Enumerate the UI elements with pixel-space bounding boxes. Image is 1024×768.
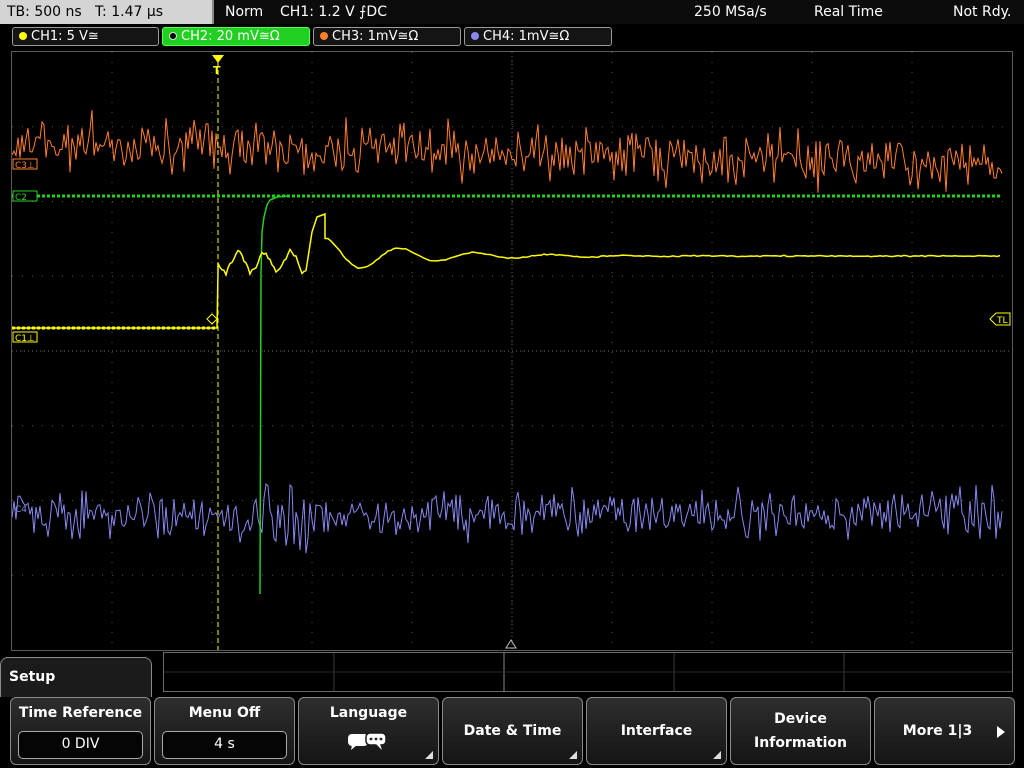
waveform-canvas[interactable]: C3 ⊥ C2 C1 ⊥ C4 TL T	[12, 52, 1012, 650]
ground-icon: ⊥	[27, 334, 35, 344]
ch3-tab-label: CH3: 1mV≅Ω	[332, 29, 419, 44]
device-information-label-line2: Information	[754, 735, 847, 751]
channel-tab-ch4[interactable]: CH4: 1mV≅Ω	[464, 27, 612, 46]
more-label: More 1|3	[902, 723, 973, 739]
graticule	[12, 52, 1012, 650]
ch2-tab-label: CH2: 20 mV≅Ω	[181, 29, 280, 44]
ch3-color-dot	[320, 32, 328, 40]
interface-label: Interface	[620, 723, 693, 739]
submenu-corner-icon	[569, 751, 577, 759]
more-softkey[interactable]: More 1|3	[874, 697, 1015, 765]
date-time-label: Date & Time	[463, 723, 562, 739]
timebase-box[interactable]: TB: 500 ns T: 1.47 µs	[0, 0, 214, 24]
next-page-arrow-icon	[997, 726, 1005, 738]
trigger-position-marker[interactable]: T	[212, 55, 224, 77]
submenu-corner-icon	[425, 751, 433, 759]
channel-tab-ch3[interactable]: CH3: 1mV≅Ω	[313, 27, 461, 46]
c3-marker-label: C3	[15, 161, 27, 171]
time-reference-label: Time Reference	[18, 705, 143, 721]
trigger-level-marker[interactable]: TL	[989, 312, 1011, 326]
device-information-softkey[interactable]: Device Information	[730, 697, 871, 765]
menu-title-tab: Setup	[0, 657, 152, 697]
menu-off-value[interactable]: 4 s	[162, 731, 287, 759]
ch1-color-dot	[19, 32, 27, 40]
ch1-reference-marker[interactable]: C1 ⊥	[12, 331, 38, 344]
acquisition-mode-label[interactable]: Real Time	[814, 0, 883, 24]
mini-graticule	[163, 652, 1013, 692]
ch4-color-dot	[471, 32, 479, 40]
interface-softkey[interactable]: Interface	[586, 697, 727, 765]
submenu-corner-icon	[713, 751, 721, 759]
mini-graticule-lines	[164, 653, 1012, 691]
trigger-source-label[interactable]: CH1: 1.2 V ⨍DC	[280, 0, 387, 24]
ch1-waveform	[12, 212, 1001, 329]
waveform-traces	[12, 62, 1003, 650]
date-time-softkey[interactable]: Date & Time	[442, 697, 583, 765]
speech-bubbles-icon	[348, 732, 387, 750]
ch3-reference-marker[interactable]: C3 ⊥	[12, 158, 38, 171]
language-softkey[interactable]: Language	[298, 697, 439, 765]
waveform-display[interactable]: C3 ⊥ C2 C1 ⊥ C4 TL T	[11, 51, 1013, 651]
menu-off-softkey[interactable]: Menu Off 4 s	[154, 697, 295, 765]
ch4-tab-label: CH4: 1mV≅Ω	[483, 29, 570, 44]
device-information-label-line1: Device	[774, 711, 827, 727]
trigger-time-label: T: 1.47 µs	[95, 4, 164, 20]
ch4-reference-marker[interactable]: C4	[15, 505, 27, 515]
channel-tabs: CH1: 5 V≅ CH2: 20 mV≅Ω CH3: 1mV≅Ω CH4: 1…	[0, 25, 1024, 49]
horizontal-reference-icon	[505, 639, 517, 649]
language-label: Language	[329, 705, 408, 721]
trigger-level-label: TL	[996, 316, 1008, 326]
status-bar: TB: 500 ns T: 1.47 µs Norm CH1: 1.2 V ⨍D…	[0, 0, 1024, 24]
ch2-color-dot	[169, 32, 177, 40]
acquisition-state-label: Not Rdy.	[953, 4, 1012, 20]
menu-off-label: Menu Off	[188, 705, 261, 721]
ch3-waveform	[12, 110, 1003, 193]
timebase-label: TB: 500 ns	[7, 4, 82, 20]
time-reference-value[interactable]: 0 DIV	[18, 731, 143, 759]
c1-marker-label: C1	[15, 334, 27, 344]
sample-rate-label: 250 MSa/s	[694, 4, 767, 20]
trigger-position-label: T	[213, 64, 221, 77]
ground-icon: ⊥	[27, 161, 35, 171]
channel-tab-ch2[interactable]: CH2: 20 mV≅Ω	[162, 27, 310, 46]
ch2-reference-marker[interactable]: C2	[12, 190, 38, 203]
time-reference-softkey[interactable]: Time Reference 0 DIV	[10, 697, 151, 765]
trigger-mode-label[interactable]: Norm	[225, 0, 263, 24]
channel-tab-ch1[interactable]: CH1: 5 V≅	[12, 27, 159, 46]
ch4-waveform	[12, 482, 1003, 554]
c4-marker-label: C4	[15, 505, 27, 515]
ch1-tab-label: CH1: 5 V≅	[31, 29, 99, 44]
c2-marker-label: C2	[15, 193, 27, 203]
